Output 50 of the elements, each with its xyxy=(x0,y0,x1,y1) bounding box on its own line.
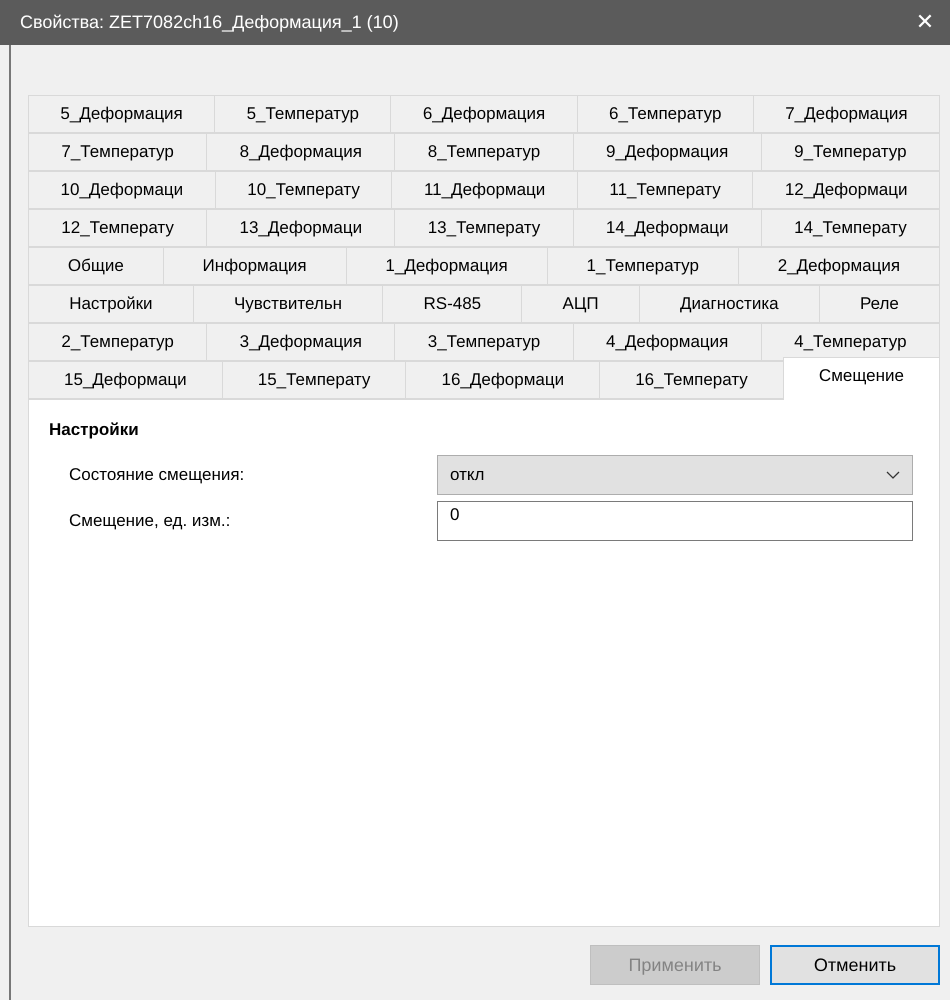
tab[interactable]: Чувствительн xyxy=(192,285,382,323)
tab[interactable]: 7_Деформация xyxy=(752,95,940,133)
tab[interactable]: Реле xyxy=(818,285,940,323)
dropdown[interactable]: откл xyxy=(437,455,913,495)
tab[interactable]: 10_Деформаци xyxy=(28,171,215,209)
tab[interactable]: 1_Деформация xyxy=(346,247,547,285)
section-title: Настройки xyxy=(49,420,140,440)
tab[interactable]: 2_Деформация xyxy=(738,247,940,285)
tab[interactable]: 6_Деформация xyxy=(390,95,577,133)
tab[interactable]: Смещение xyxy=(782,357,940,400)
tab[interactable]: 16_Температу xyxy=(599,361,783,399)
tab[interactable]: 15_Деформаци xyxy=(28,361,222,399)
tab[interactable]: 1_Температур xyxy=(546,247,738,285)
tab[interactable]: Настройки xyxy=(28,285,193,323)
tab[interactable]: 3_Температур xyxy=(394,323,573,361)
tab[interactable]: 14_Деформаци xyxy=(572,209,761,247)
tab[interactable]: 15_Температу xyxy=(222,361,406,399)
tab[interactable]: 5_Деформация xyxy=(28,95,214,133)
tab[interactable]: RS-485 xyxy=(382,285,522,323)
tab[interactable]: 7_Температур xyxy=(28,133,206,171)
close-button[interactable]: ✕ xyxy=(900,0,950,45)
dialog-button[interactable]: Отменить xyxy=(770,945,940,985)
tab[interactable]: 8_Деформация xyxy=(206,133,394,171)
tab[interactable]: 11_Деформаци xyxy=(391,171,577,209)
chevron-down-icon xyxy=(886,471,900,479)
tab[interactable]: 9_Температур xyxy=(760,133,940,171)
tab[interactable]: АЦП xyxy=(521,285,639,323)
tab[interactable]: 13_Температу xyxy=(394,209,573,247)
tab[interactable]: Диагностика xyxy=(638,285,819,323)
tab[interactable]: 10_Температу xyxy=(214,171,392,209)
tab[interactable]: 14_Температу xyxy=(760,209,940,247)
input-field[interactable]: 0 xyxy=(437,501,913,541)
field-label: Смещение, ед. изм.: xyxy=(69,511,232,531)
tab[interactable]: 12_Температу xyxy=(28,209,206,247)
tab[interactable]: 16_Деформаци xyxy=(405,361,600,399)
tab[interactable]: Общие xyxy=(28,247,163,285)
tab[interactable]: 13_Деформаци xyxy=(206,209,394,247)
tab[interactable]: 11_Температу xyxy=(576,171,752,209)
tab[interactable]: 3_Деформация xyxy=(206,323,394,361)
tab[interactable]: 2_Температур xyxy=(28,323,206,361)
tab[interactable]: 8_Температур xyxy=(394,133,573,171)
tab[interactable]: 6_Температур xyxy=(576,95,753,133)
tab[interactable]: Информация xyxy=(162,247,346,285)
window-title: Свойства: ZET7082ch16_Деформация_1 (10) xyxy=(20,12,399,33)
tab[interactable]: 4_Деформация xyxy=(572,323,761,361)
field-label: Состояние смещения: xyxy=(69,465,246,485)
tab[interactable]: 9_Деформация xyxy=(572,133,761,171)
tab[interactable]: 4_Температур xyxy=(760,323,940,361)
tab[interactable]: 12_Деформаци xyxy=(752,171,940,209)
tab[interactable]: 5_Температур xyxy=(214,95,390,133)
